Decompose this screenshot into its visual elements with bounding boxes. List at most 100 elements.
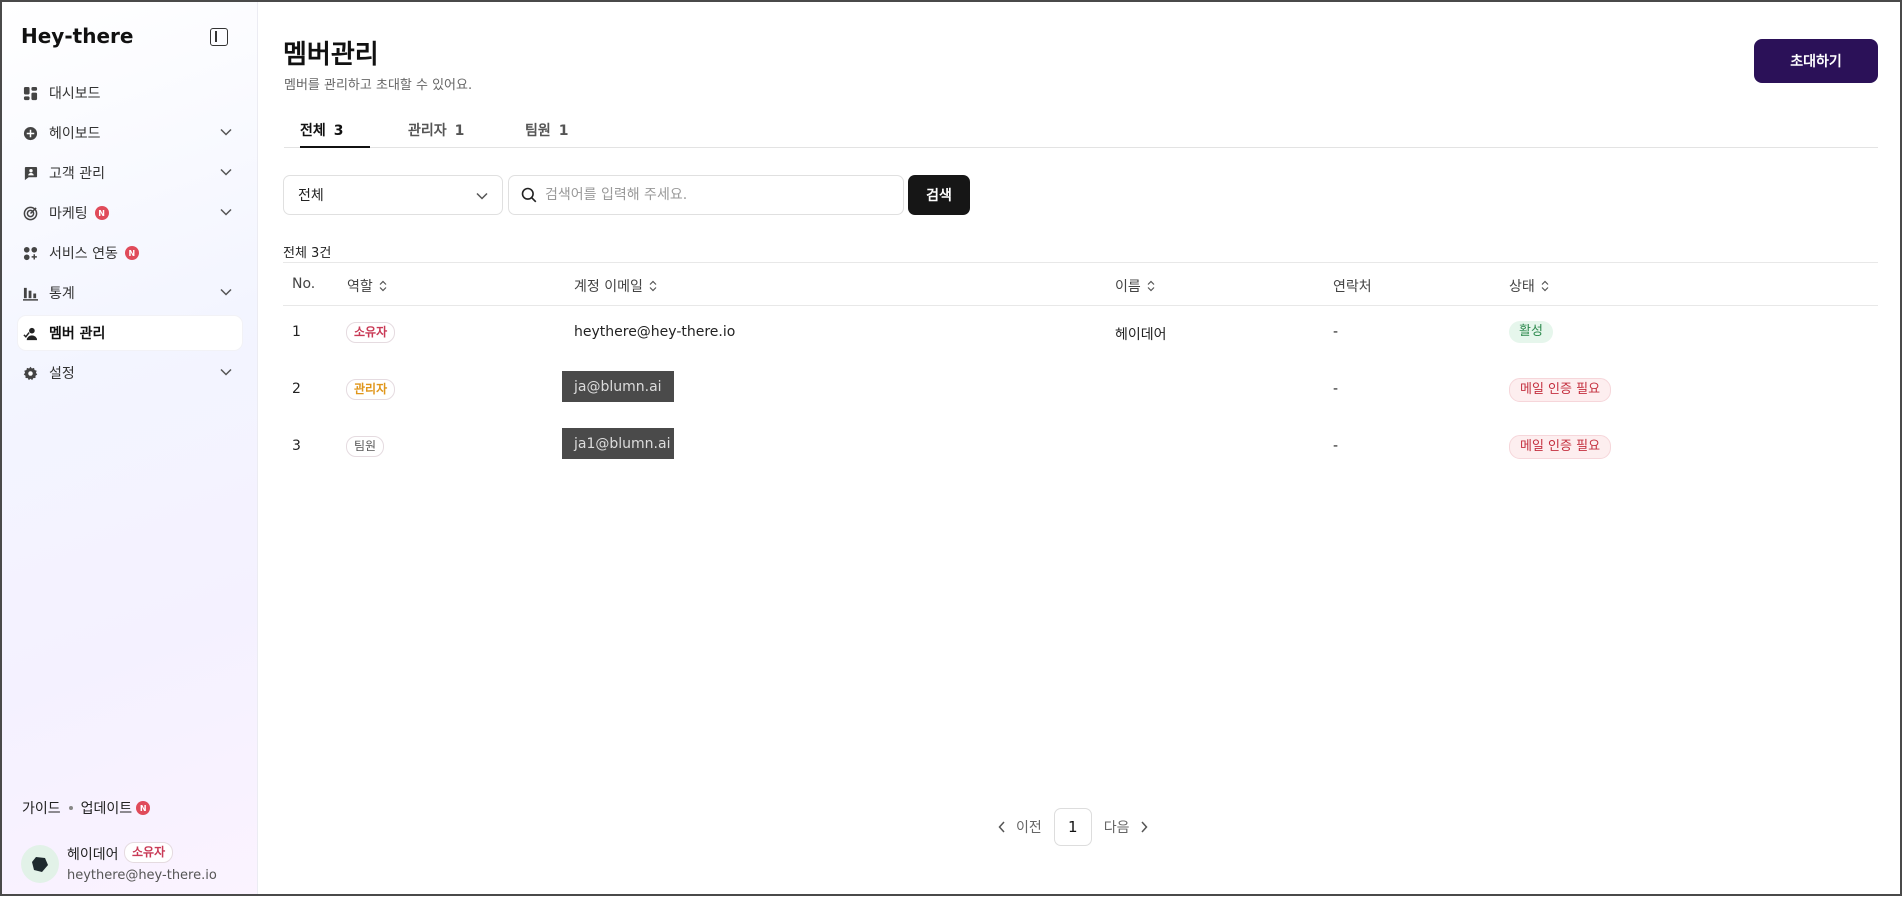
sidebar-item-label: 서비스 연동: [49, 246, 118, 262]
tab-all[interactable]: 전체 3: [300, 120, 370, 148]
tab-admin[interactable]: 관리자 1: [408, 120, 464, 148]
column-role[interactable]: 역할: [347, 276, 387, 296]
prev-page-button[interactable]: 이전: [1016, 817, 1042, 837]
table-row[interactable]: 1 소유자 heythere@hey-there.io 헤이데어 - 활성: [283, 306, 1878, 363]
chevron-down-icon: [220, 168, 232, 176]
column-label: 역할: [347, 279, 373, 295]
chevron-down-icon: [220, 208, 232, 216]
sidebar-nav: 대시보드 헤이보드 고객 관리 마케팅 N 서비스 연동 N 통계 멤버 관리 …: [2, 76, 258, 396]
chevron-right-icon[interactable]: [1140, 821, 1148, 833]
chevron-down-icon: [220, 368, 232, 376]
status-badge: 메일 인증 필요: [1509, 378, 1612, 402]
sidebar-item-settings[interactable]: 설정: [18, 356, 242, 390]
members-icon: [23, 326, 38, 341]
role-badge: 관리자: [346, 379, 396, 400]
new-badge: N: [136, 801, 151, 815]
column-no: No.: [292, 276, 315, 292]
pagination: 이전 1 다음: [998, 808, 1148, 846]
tab-count: 3: [333, 123, 344, 139]
new-badge: N: [124, 246, 139, 260]
search-box: [508, 175, 904, 215]
sidebar-item-label: 헤이보드: [49, 126, 101, 142]
chevron-down-icon: [220, 288, 232, 296]
plus-circle-icon: [23, 126, 38, 141]
chevron-down-icon: [220, 128, 232, 136]
row-contact: -: [1333, 438, 1339, 454]
column-label: 계정 이메일: [574, 279, 643, 295]
sidebar-item-heyboard[interactable]: 헤이보드: [18, 116, 242, 150]
sidebar-item-marketing[interactable]: 마케팅 N: [18, 196, 242, 230]
tab-count: 1: [454, 123, 465, 139]
sidebar-collapse-icon[interactable]: [210, 28, 228, 46]
column-status[interactable]: 상태: [1509, 276, 1549, 296]
sort-icon: [1541, 280, 1549, 292]
apps-icon: [23, 246, 38, 261]
total-count: 전체 3건: [283, 246, 332, 261]
redacted-email: ja1@blumn.ai: [562, 428, 674, 459]
column-contact: 연락처: [1333, 276, 1372, 296]
bar-chart-icon: [23, 286, 38, 301]
row-name: 헤이데어: [1115, 327, 1167, 343]
user-email: heythere@hey-there.io: [67, 868, 217, 883]
sort-icon: [379, 280, 387, 292]
new-badge: N: [94, 206, 109, 220]
role-filter-select[interactable]: 전체: [283, 175, 503, 215]
sidebar-item-dashboard[interactable]: 대시보드: [18, 76, 242, 110]
column-label: 이름: [1115, 279, 1141, 295]
sidebar-item-label: 멤버 관리: [49, 326, 106, 342]
table-header: No. 역할 계정 이메일 이름 연락처 상태: [283, 262, 1878, 306]
user-name: 헤이데어: [67, 847, 119, 863]
page-title: 멤버관리: [283, 40, 379, 70]
select-value: 전체: [298, 188, 324, 204]
chat-user-icon: [23, 166, 38, 181]
redacted-email: ja@blumn.ai: [562, 371, 674, 402]
target-icon: [23, 206, 38, 221]
chevron-left-icon[interactable]: [998, 821, 1006, 833]
row-no: 2: [292, 381, 301, 397]
user-profile[interactable]: 헤이데어 소유자 heythere@hey-there.io: [21, 842, 251, 888]
invite-button[interactable]: 초대하기: [1754, 39, 1878, 83]
page-number-current[interactable]: 1: [1053, 808, 1092, 846]
table-row[interactable]: 3 팀원 ja1@blumn.ai - 메일 인증 필요: [283, 420, 1878, 477]
column-label: 연락처: [1333, 279, 1372, 295]
sidebar-item-label: 통계: [49, 286, 75, 302]
avatar: [21, 845, 59, 883]
tab-member[interactable]: 팀원 1: [525, 120, 569, 148]
update-link[interactable]: 업데이트: [81, 798, 133, 818]
column-label: 상태: [1509, 279, 1535, 295]
sort-icon: [649, 280, 657, 292]
tab-label: 전체: [300, 123, 326, 139]
dashboard-icon: [23, 86, 38, 101]
search-input[interactable]: [545, 187, 885, 203]
brand-logo[interactable]: Hey-there: [21, 24, 133, 48]
avatar-icon: [32, 857, 48, 872]
search-icon: [521, 187, 537, 203]
sidebar-item-label: 마케팅: [49, 206, 88, 222]
table-row[interactable]: 2 관리자 ja@blumn.ai - 메일 인증 필요: [283, 363, 1878, 420]
sidebar: Hey-there 대시보드 헤이보드 고객 관리 마케팅 N 서비스 연동 N…: [2, 2, 258, 894]
gear-icon: [23, 366, 38, 381]
tab-label: 팀원: [525, 123, 551, 139]
status-badge: 활성: [1509, 321, 1553, 343]
sidebar-item-statistics[interactable]: 통계: [18, 276, 242, 310]
sidebar-item-label: 고객 관리: [49, 166, 105, 182]
guide-link[interactable]: 가이드: [22, 798, 61, 818]
column-label: No.: [292, 276, 316, 292]
sidebar-item-members[interactable]: 멤버 관리: [18, 316, 242, 350]
status-badge: 메일 인증 필요: [1509, 435, 1612, 459]
sidebar-item-integrations[interactable]: 서비스 연동 N: [18, 236, 242, 270]
tab-count: 1: [558, 123, 569, 139]
column-email[interactable]: 계정 이메일: [574, 276, 657, 296]
sidebar-item-label: 설정: [49, 366, 75, 382]
row-email: heythere@hey-there.io: [574, 324, 736, 340]
search-button[interactable]: 검색: [908, 175, 970, 215]
column-name[interactable]: 이름: [1115, 276, 1155, 296]
members-table: No. 역할 계정 이메일 이름 연락처 상태 1 소유자 heythere@h…: [283, 262, 1878, 477]
sidebar-item-customers[interactable]: 고객 관리: [18, 156, 242, 190]
role-badge: 소유자: [346, 322, 396, 343]
main-content: 멤버관리 멤버를 관리하고 초대할 수 있어요. 초대하기 전체 3 관리자 1 팀…: [258, 2, 1900, 894]
user-role-badge: 소유자: [124, 842, 174, 863]
row-no: 1: [292, 324, 301, 340]
next-page-button[interactable]: 다음: [1104, 817, 1130, 837]
member-tabs: 전체 3 관리자 1 팀원 1: [284, 120, 1878, 148]
